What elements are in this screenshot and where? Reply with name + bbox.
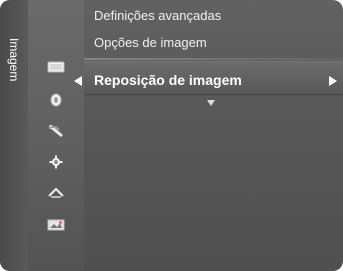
category-label: Imagem — [7, 38, 21, 82]
menu-icon-column — [28, 0, 84, 271]
left-selection-arrow-icon — [74, 73, 82, 86]
channel-icon[interactable] — [47, 124, 65, 138]
sound-icon[interactable] — [47, 93, 65, 107]
menu-item-picture-options[interactable]: Opções de imagem — [94, 35, 207, 50]
category-rail: Imagem — [0, 0, 28, 271]
input-icon[interactable] — [47, 186, 65, 200]
menu-item-picture-reset[interactable]: Reposição de imagem — [74, 61, 343, 95]
picture-icon[interactable] — [47, 60, 65, 74]
menu-item-advanced-settings[interactable]: Definições avançadas — [94, 8, 221, 23]
down-caret-icon — [207, 93, 215, 106]
tv-menu-screen: Imagem Definições avançadas Opções de im… — [0, 0, 343, 271]
menu-content: Definições avançadas Opções de imagem Re… — [74, 0, 343, 271]
right-arrow-icon — [329, 73, 337, 86]
application-icon[interactable] — [47, 218, 65, 232]
selected-menu-label: Reposição de imagem — [94, 72, 242, 88]
setup-icon[interactable] — [47, 155, 65, 169]
